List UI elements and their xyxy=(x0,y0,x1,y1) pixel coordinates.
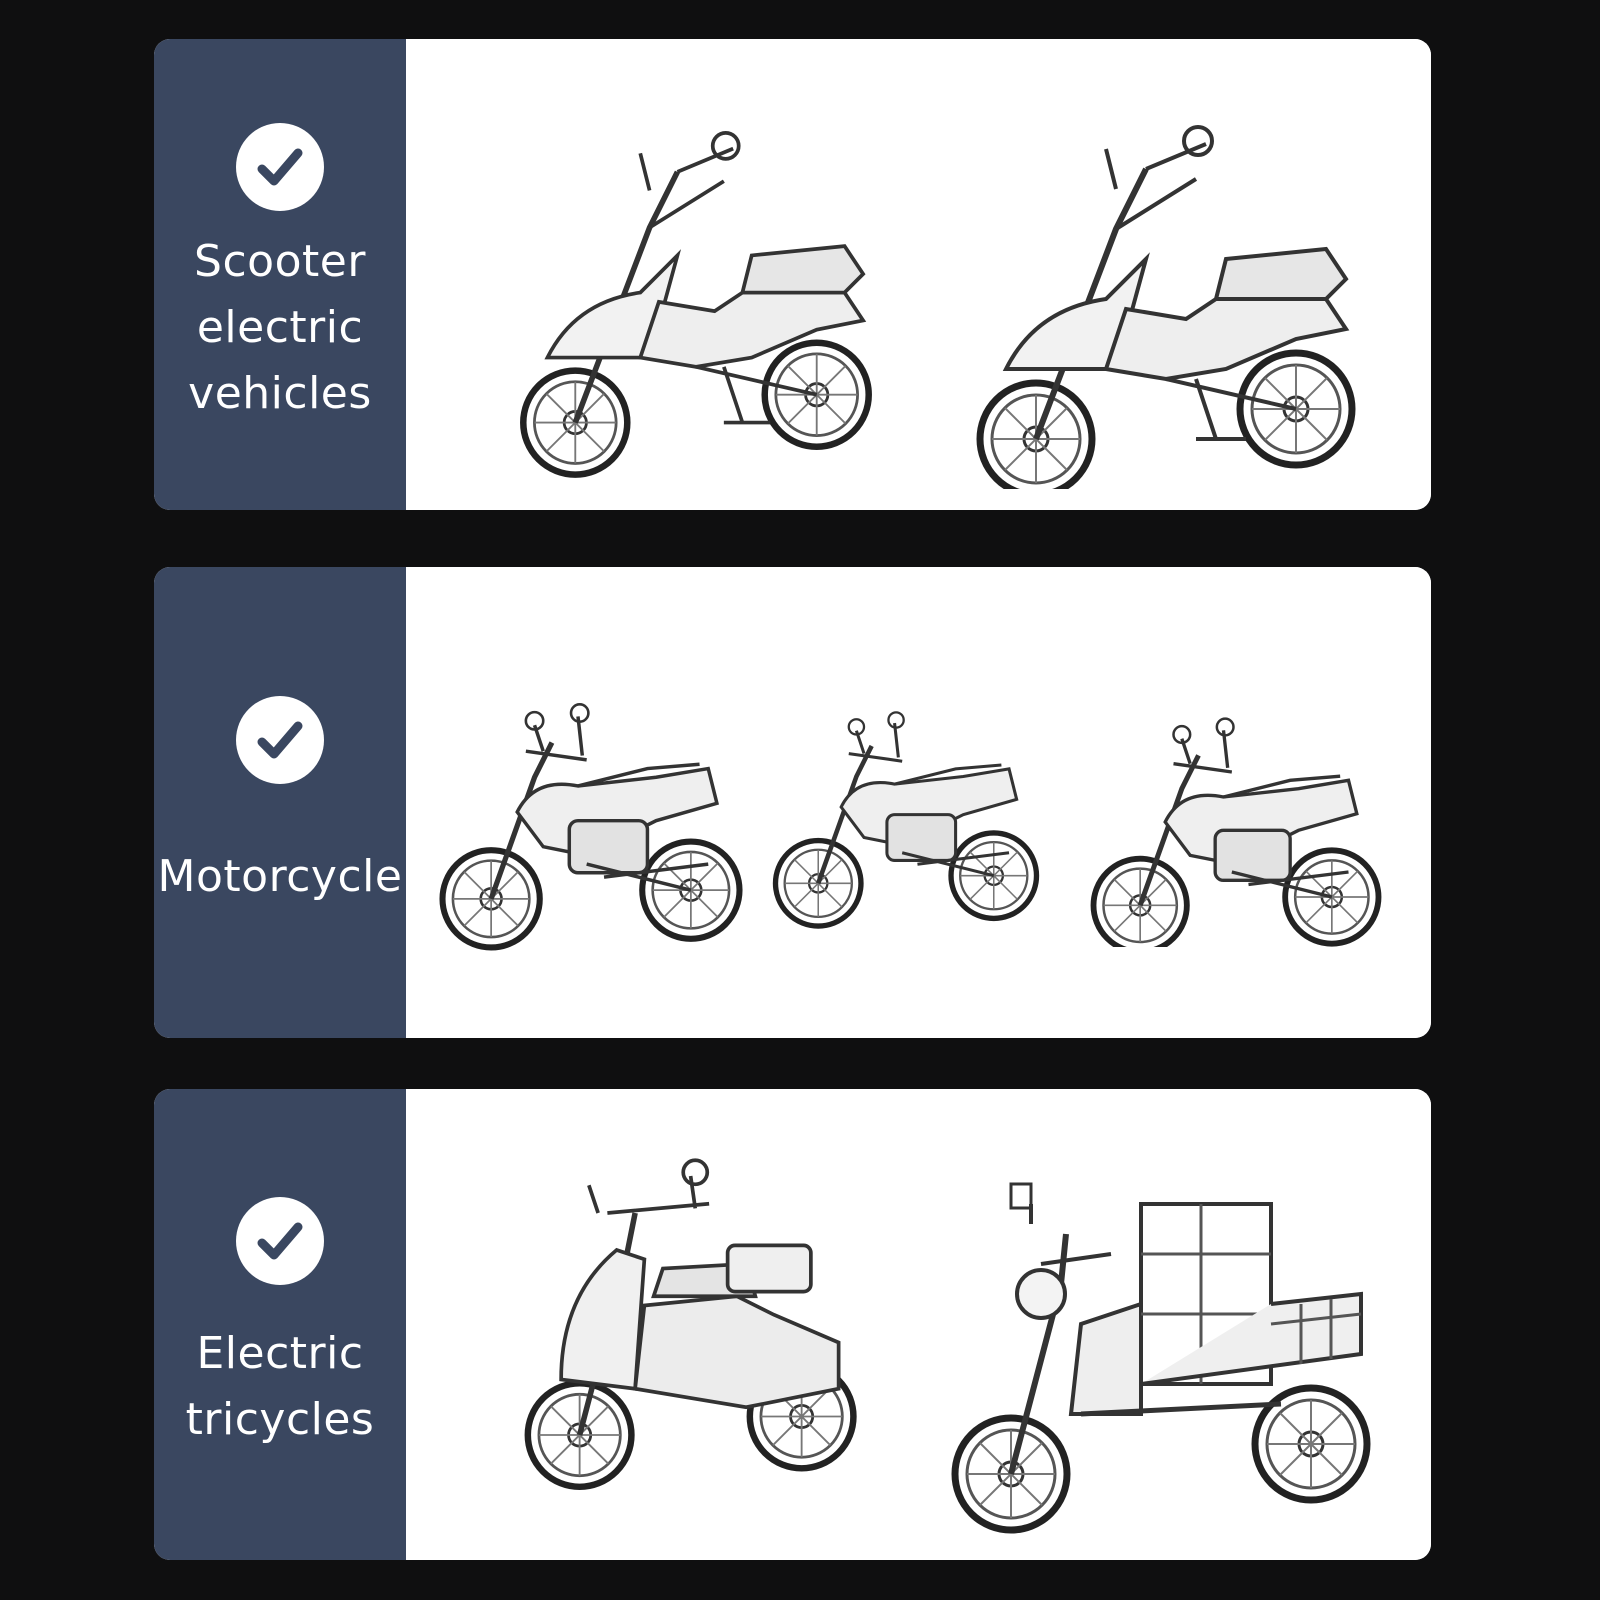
standard-motorcycle-sketch xyxy=(761,662,1051,952)
underbone-motorcycle-sketch xyxy=(426,652,756,972)
category-card-tricycle: Electric tricycles xyxy=(154,1089,1431,1560)
scooter-sketch xyxy=(501,64,891,484)
category-label: Electric tricycles xyxy=(185,1327,375,1445)
category-sidebar: Electric tricycles xyxy=(154,1089,406,1560)
checkmark-icon xyxy=(236,122,324,211)
passenger-tricycle-sketch xyxy=(501,1114,871,1534)
scooter-sketch xyxy=(926,69,1406,489)
category-card-motorcycle: Motorcycle xyxy=(154,567,1431,1038)
checkmark-icon xyxy=(236,1196,324,1285)
sport-motorcycle-sketch xyxy=(1046,697,1426,947)
category-label: Scooter electric vehicles xyxy=(188,235,372,419)
category-label: Motorcycle xyxy=(157,850,403,902)
cargo-tricycle-sketch xyxy=(916,1154,1406,1534)
vehicle-photos xyxy=(406,1089,1431,1560)
page: Scooter electric vehicles Motorcycle Ele… xyxy=(0,0,1600,1600)
vehicle-photos xyxy=(406,39,1431,510)
category-sidebar: Scooter electric vehicles xyxy=(154,39,406,510)
checkmark-icon xyxy=(236,695,324,784)
vehicle-photos xyxy=(406,567,1431,1038)
category-sidebar: Motorcycle xyxy=(154,567,406,1038)
category-card-scooter: Scooter electric vehicles xyxy=(154,39,1431,510)
